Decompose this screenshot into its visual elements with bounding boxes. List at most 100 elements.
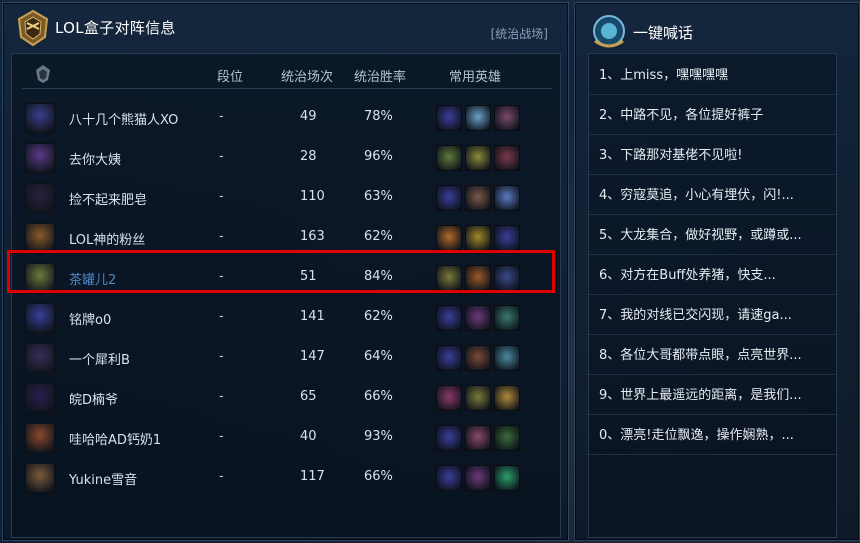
- player-row[interactable]: 铭牌o0 - 141 62%: [12, 298, 560, 338]
- shout-item[interactable]: 4、穷寇莫追，小心有埋伏，闪!...: [589, 176, 836, 215]
- player-winrate: 66%: [364, 469, 393, 484]
- player-name[interactable]: 一个犀利B: [69, 349, 130, 368]
- player-games: 117: [300, 469, 325, 484]
- hero-icon[interactable]: [436, 145, 462, 171]
- hero-icon[interactable]: [465, 185, 491, 211]
- hero-icon[interactable]: [465, 385, 491, 411]
- hero-icon[interactable]: [465, 465, 491, 491]
- hero-icon[interactable]: [436, 345, 462, 371]
- player-avatar: [25, 143, 55, 173]
- shout-item[interactable]: 9、世界上最遥远的距离，是我们...: [589, 376, 836, 415]
- hero-icon[interactable]: [465, 145, 491, 171]
- hero-icon[interactable]: [436, 105, 462, 131]
- player-row[interactable]: 皖D楠爷 - 65 66%: [12, 378, 560, 418]
- common-heroes: [436, 305, 520, 331]
- player-rank: -: [219, 429, 224, 444]
- player-rank: -: [219, 389, 224, 404]
- player-avatar: [25, 223, 55, 253]
- common-heroes: [436, 345, 520, 371]
- hero-icon[interactable]: [465, 345, 491, 371]
- player-name[interactable]: 哇哈哈AD钙奶1: [69, 429, 161, 448]
- player-row[interactable]: 一个犀利B - 147 64%: [12, 338, 560, 378]
- hero-icon[interactable]: [436, 185, 462, 211]
- hero-icon[interactable]: [436, 305, 462, 331]
- player-rank: -: [219, 469, 224, 484]
- quick-chat-orb-icon: [593, 15, 625, 48]
- player-row[interactable]: 捡不起来肥皂 - 110 63%: [12, 178, 560, 218]
- hero-icon[interactable]: [465, 305, 491, 331]
- hero-icon[interactable]: [494, 425, 520, 451]
- common-heroes: [436, 185, 520, 211]
- table-header: 段位 统治场次 统治胜率 常用英雄: [12, 65, 560, 86]
- player-rank: -: [219, 149, 224, 164]
- common-heroes: [436, 385, 520, 411]
- player-winrate: 62%: [364, 229, 393, 244]
- selected-player-highlight: [7, 250, 555, 293]
- player-games: 163: [300, 229, 325, 244]
- player-name[interactable]: 皖D楠爷: [69, 389, 118, 408]
- player-avatar: [25, 383, 55, 413]
- hero-icon[interactable]: [494, 185, 520, 211]
- player-rank: -: [219, 229, 224, 244]
- hero-icon[interactable]: [494, 145, 520, 171]
- shout-item[interactable]: 0、漂亮!走位飘逸，操作娴熟，...: [589, 416, 836, 455]
- hero-icon[interactable]: [465, 225, 491, 251]
- player-games: 147: [300, 349, 325, 364]
- player-avatar: [25, 183, 55, 213]
- header-winrate: 统治胜率: [354, 70, 407, 85]
- common-heroes: [436, 145, 520, 171]
- hero-icon[interactable]: [436, 465, 462, 491]
- player-rank: -: [219, 109, 224, 124]
- player-games: 110: [300, 189, 325, 204]
- hero-icon[interactable]: [494, 225, 520, 251]
- common-heroes: [436, 425, 520, 451]
- player-rank: -: [219, 349, 224, 364]
- shout-item[interactable]: 8、各位大哥都带点眼，点亮世界...: [589, 336, 836, 375]
- hero-icon[interactable]: [436, 425, 462, 451]
- shout-item[interactable]: 5、大龙集合，做好视野，或蹲或...: [589, 216, 836, 255]
- shout-item[interactable]: 7、我的对线已交闪现，请速ga...: [589, 296, 836, 335]
- common-heroes: [436, 105, 520, 131]
- quick-chat-panel: 一键喊话 1、上miss，嘿嘿嘿嘿 2、中路不见，各位提好裤子 3、下路那对基佬不见…: [574, 2, 860, 541]
- player-avatar: [25, 423, 55, 453]
- player-games: 141: [300, 309, 325, 324]
- hero-icon[interactable]: [465, 105, 491, 131]
- player-row[interactable]: 哇哈哈AD钙奶1 - 40 93%: [12, 418, 560, 458]
- shout-item[interactable]: 2、中路不见，各位提好裤子: [589, 96, 836, 135]
- player-games: 65: [300, 389, 317, 404]
- player-winrate: 63%: [364, 189, 393, 204]
- mode-tag: [统治战场]: [490, 27, 548, 41]
- player-avatar: [25, 463, 55, 493]
- panel-title: LOL盒子对阵信息: [55, 19, 176, 37]
- shout-item[interactable]: 1、上miss，嘿嘿嘿嘿: [589, 56, 836, 95]
- player-winrate: 78%: [364, 109, 393, 124]
- player-winrate: 64%: [364, 349, 393, 364]
- player-table: 段位 统治场次 统治胜率 常用英雄 八十几个熊猫人XO - 49 78% 去你大…: [11, 53, 561, 538]
- hero-icon[interactable]: [494, 385, 520, 411]
- player-winrate: 93%: [364, 429, 393, 444]
- player-name[interactable]: Yukine雪音: [69, 469, 137, 488]
- hero-icon[interactable]: [494, 345, 520, 371]
- shout-list: 1、上miss，嘿嘿嘿嘿 2、中路不见，各位提好裤子 3、下路那对基佬不见啦! 4、穷…: [588, 53, 837, 538]
- common-heroes: [436, 225, 520, 251]
- player-row[interactable]: 去你大姨 - 28 96%: [12, 138, 560, 178]
- player-row[interactable]: 八十几个熊猫人XO - 49 78%: [12, 98, 560, 138]
- hero-icon[interactable]: [494, 105, 520, 131]
- player-name[interactable]: 去你大姨: [69, 149, 121, 168]
- header-rank: 段位: [217, 70, 244, 85]
- hero-icon[interactable]: [494, 465, 520, 491]
- player-name[interactable]: 铭牌o0: [69, 309, 111, 328]
- hero-icon[interactable]: [436, 385, 462, 411]
- shout-item[interactable]: 3、下路那对基佬不见啦!: [589, 136, 836, 175]
- player-row[interactable]: Yukine雪音 - 117 66%: [12, 458, 560, 498]
- player-name[interactable]: 捡不起来肥皂: [69, 189, 147, 208]
- hero-icon[interactable]: [465, 425, 491, 451]
- quick-chat-title: 一键喊话: [633, 24, 694, 42]
- hero-icon[interactable]: [436, 225, 462, 251]
- shout-item[interactable]: 6、对方在Buff处养猪，快支...: [589, 256, 836, 295]
- rank-header-icon: [36, 65, 50, 83]
- hero-icon[interactable]: [494, 305, 520, 331]
- player-name[interactable]: 八十几个熊猫人XO: [69, 109, 178, 128]
- header-divider: [22, 88, 552, 89]
- player-name[interactable]: LOL神的粉丝: [69, 229, 145, 248]
